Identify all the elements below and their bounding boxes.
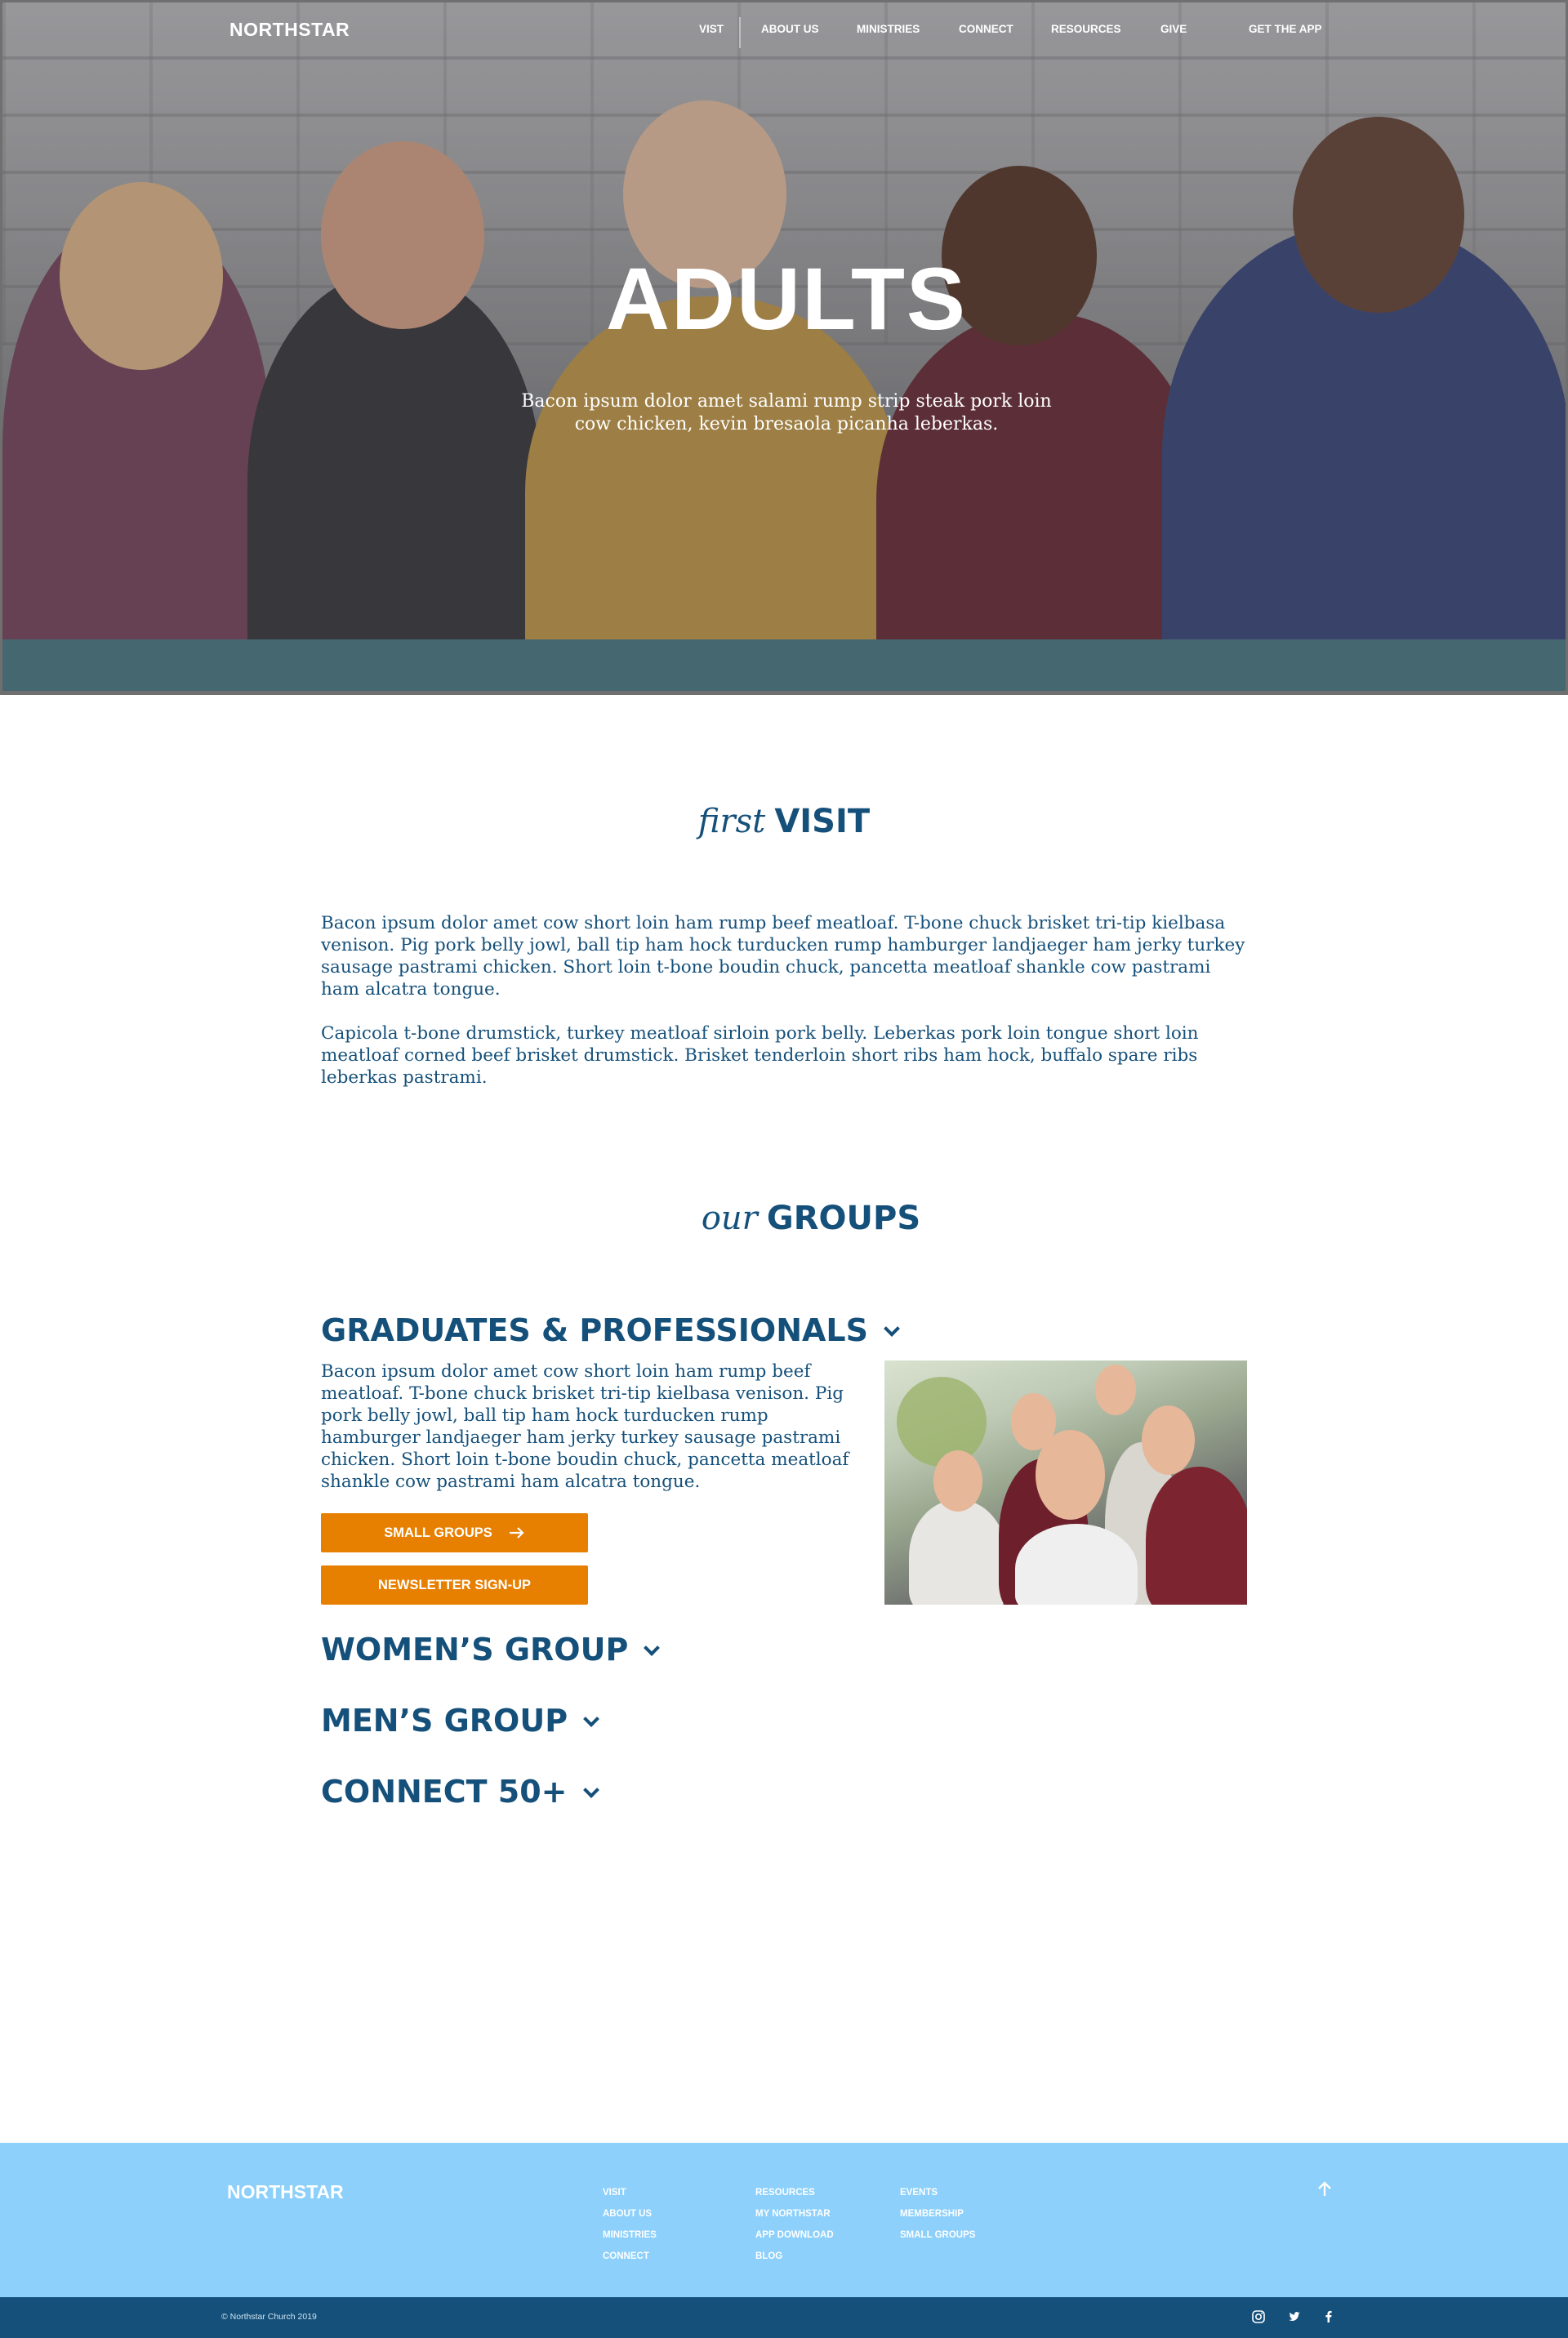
group-toggle-graduates-professionals[interactable]: GRADUATES & PROFESSIONALS bbox=[321, 1312, 900, 1348]
twitter-icon[interactable] bbox=[1287, 2309, 1302, 2324]
group-toggle-womens-group[interactable]: WOMEN’S GROUP bbox=[321, 1632, 661, 1668]
footer-column-2: RESOURCES MY NORTHSTAR APP DOWNLOAD BLOG bbox=[755, 2182, 834, 2267]
group-description-graduates-professionals: Bacon ipsum dolor amet cow short loin ha… bbox=[321, 1361, 849, 1492]
nav-item-resources[interactable]: RESOURCES bbox=[1051, 23, 1121, 35]
group-title-womens-group: WOMEN’S GROUP bbox=[321, 1632, 629, 1668]
first-visit-heading-bold: VISIT bbox=[774, 803, 871, 840]
groups-heading-italic: our bbox=[701, 1200, 758, 1237]
small-groups-button-label: SMALL GROUPS bbox=[384, 1525, 492, 1540]
groups-heading: our GROUPS bbox=[0, 1200, 1568, 1237]
footer-logo[interactable]: NORTHSTAR bbox=[227, 2181, 344, 2203]
copyright-text: © Northstar Church 2019 bbox=[221, 2312, 317, 2322]
footer-link-blog[interactable]: BLOG bbox=[755, 2246, 834, 2267]
first-visit-paragraph-2: Capicola t-bone drumstick, turkey meatlo… bbox=[321, 1023, 1199, 1088]
arrow-right-icon bbox=[509, 1527, 524, 1539]
small-groups-button[interactable]: SMALL GROUPS bbox=[321, 1513, 588, 1552]
footer-link-app-download[interactable]: APP DOWNLOAD bbox=[755, 2224, 834, 2246]
footer-link-resources[interactable]: RESOURCES bbox=[755, 2182, 834, 2203]
page-title: ADULTS bbox=[606, 249, 967, 348]
group-photo bbox=[884, 1360, 1247, 1605]
nav-item-give[interactable]: GIVE bbox=[1160, 23, 1187, 35]
group-toggle-mens-group[interactable]: MEN’S GROUP bbox=[321, 1703, 599, 1739]
hero-subtitle: Bacon ipsum dolor amet salami rump strip… bbox=[521, 391, 1052, 434]
nav-item-connect[interactable]: CONNECT bbox=[959, 23, 1013, 35]
footer-column-1: VISIT ABOUT US MINISTRIES CONNECT bbox=[603, 2182, 657, 2267]
group-title-graduates-professionals: GRADUATES & PROFESSIONALS bbox=[321, 1312, 868, 1348]
newsletter-signup-button[interactable]: NEWSLETTER SIGN-UP bbox=[321, 1565, 588, 1605]
groups-heading-bold: GROUPS bbox=[766, 1200, 921, 1237]
footer-bottom-bar: © Northstar Church 2019 bbox=[0, 2297, 1568, 2338]
footer-column-3: EVENTS MEMBERSHIP SMALL GROUPS bbox=[900, 2182, 975, 2246]
newsletter-signup-button-label: NEWSLETTER SIGN-UP bbox=[377, 1577, 531, 1592]
footer-link-connect[interactable]: CONNECT bbox=[603, 2246, 657, 2267]
nav-item-visit[interactable]: VIST bbox=[699, 23, 724, 35]
hero-section: NORTHSTAR VIST ABOUT US MINISTRIES CONNE… bbox=[0, 0, 1568, 695]
first-visit-paragraph-1: Bacon ipsum dolor amet cow short loin ha… bbox=[321, 913, 1245, 1000]
get-the-app-button[interactable]: GET THE APP bbox=[1249, 23, 1322, 35]
group-toggle-connect-50[interactable]: CONNECT 50+ bbox=[321, 1774, 599, 1810]
group-title-connect-50: CONNECT 50+ bbox=[321, 1774, 568, 1810]
footer-link-ministries[interactable]: MINISTRIES bbox=[603, 2224, 657, 2246]
main-nav: VIST ABOUT US MINISTRIES CONNECT RESOURC… bbox=[2, 23, 1566, 39]
first-visit-heading-italic: first bbox=[697, 803, 766, 840]
instagram-icon[interactable] bbox=[1251, 2309, 1266, 2324]
nav-divider bbox=[739, 17, 741, 48]
chevron-down-icon bbox=[583, 1711, 599, 1727]
chevron-down-icon bbox=[582, 1782, 599, 1798]
nav-item-ministries[interactable]: MINISTRIES bbox=[857, 23, 920, 35]
chevron-down-icon bbox=[644, 1640, 661, 1656]
footer-link-visit[interactable]: VISIT bbox=[603, 2182, 657, 2203]
first-visit-heading: first VISIT bbox=[0, 803, 1568, 840]
footer: NORTHSTAR VISIT ABOUT US MINISTRIES CONN… bbox=[0, 2143, 1568, 2297]
chevron-down-icon bbox=[884, 1320, 900, 1337]
facebook-icon[interactable] bbox=[1321, 2309, 1336, 2324]
group-title-mens-group: MEN’S GROUP bbox=[321, 1703, 568, 1739]
footer-link-my-northstar[interactable]: MY NORTHSTAR bbox=[755, 2203, 834, 2224]
nav-item-about-us[interactable]: ABOUT US bbox=[761, 23, 819, 35]
footer-link-small-groups[interactable]: SMALL GROUPS bbox=[900, 2224, 975, 2246]
footer-link-events[interactable]: EVENTS bbox=[900, 2182, 975, 2203]
footer-link-membership[interactable]: MEMBERSHIP bbox=[900, 2203, 975, 2224]
arrow-up-icon[interactable] bbox=[1315, 2180, 1334, 2199]
footer-link-about-us[interactable]: ABOUT US bbox=[603, 2203, 657, 2224]
